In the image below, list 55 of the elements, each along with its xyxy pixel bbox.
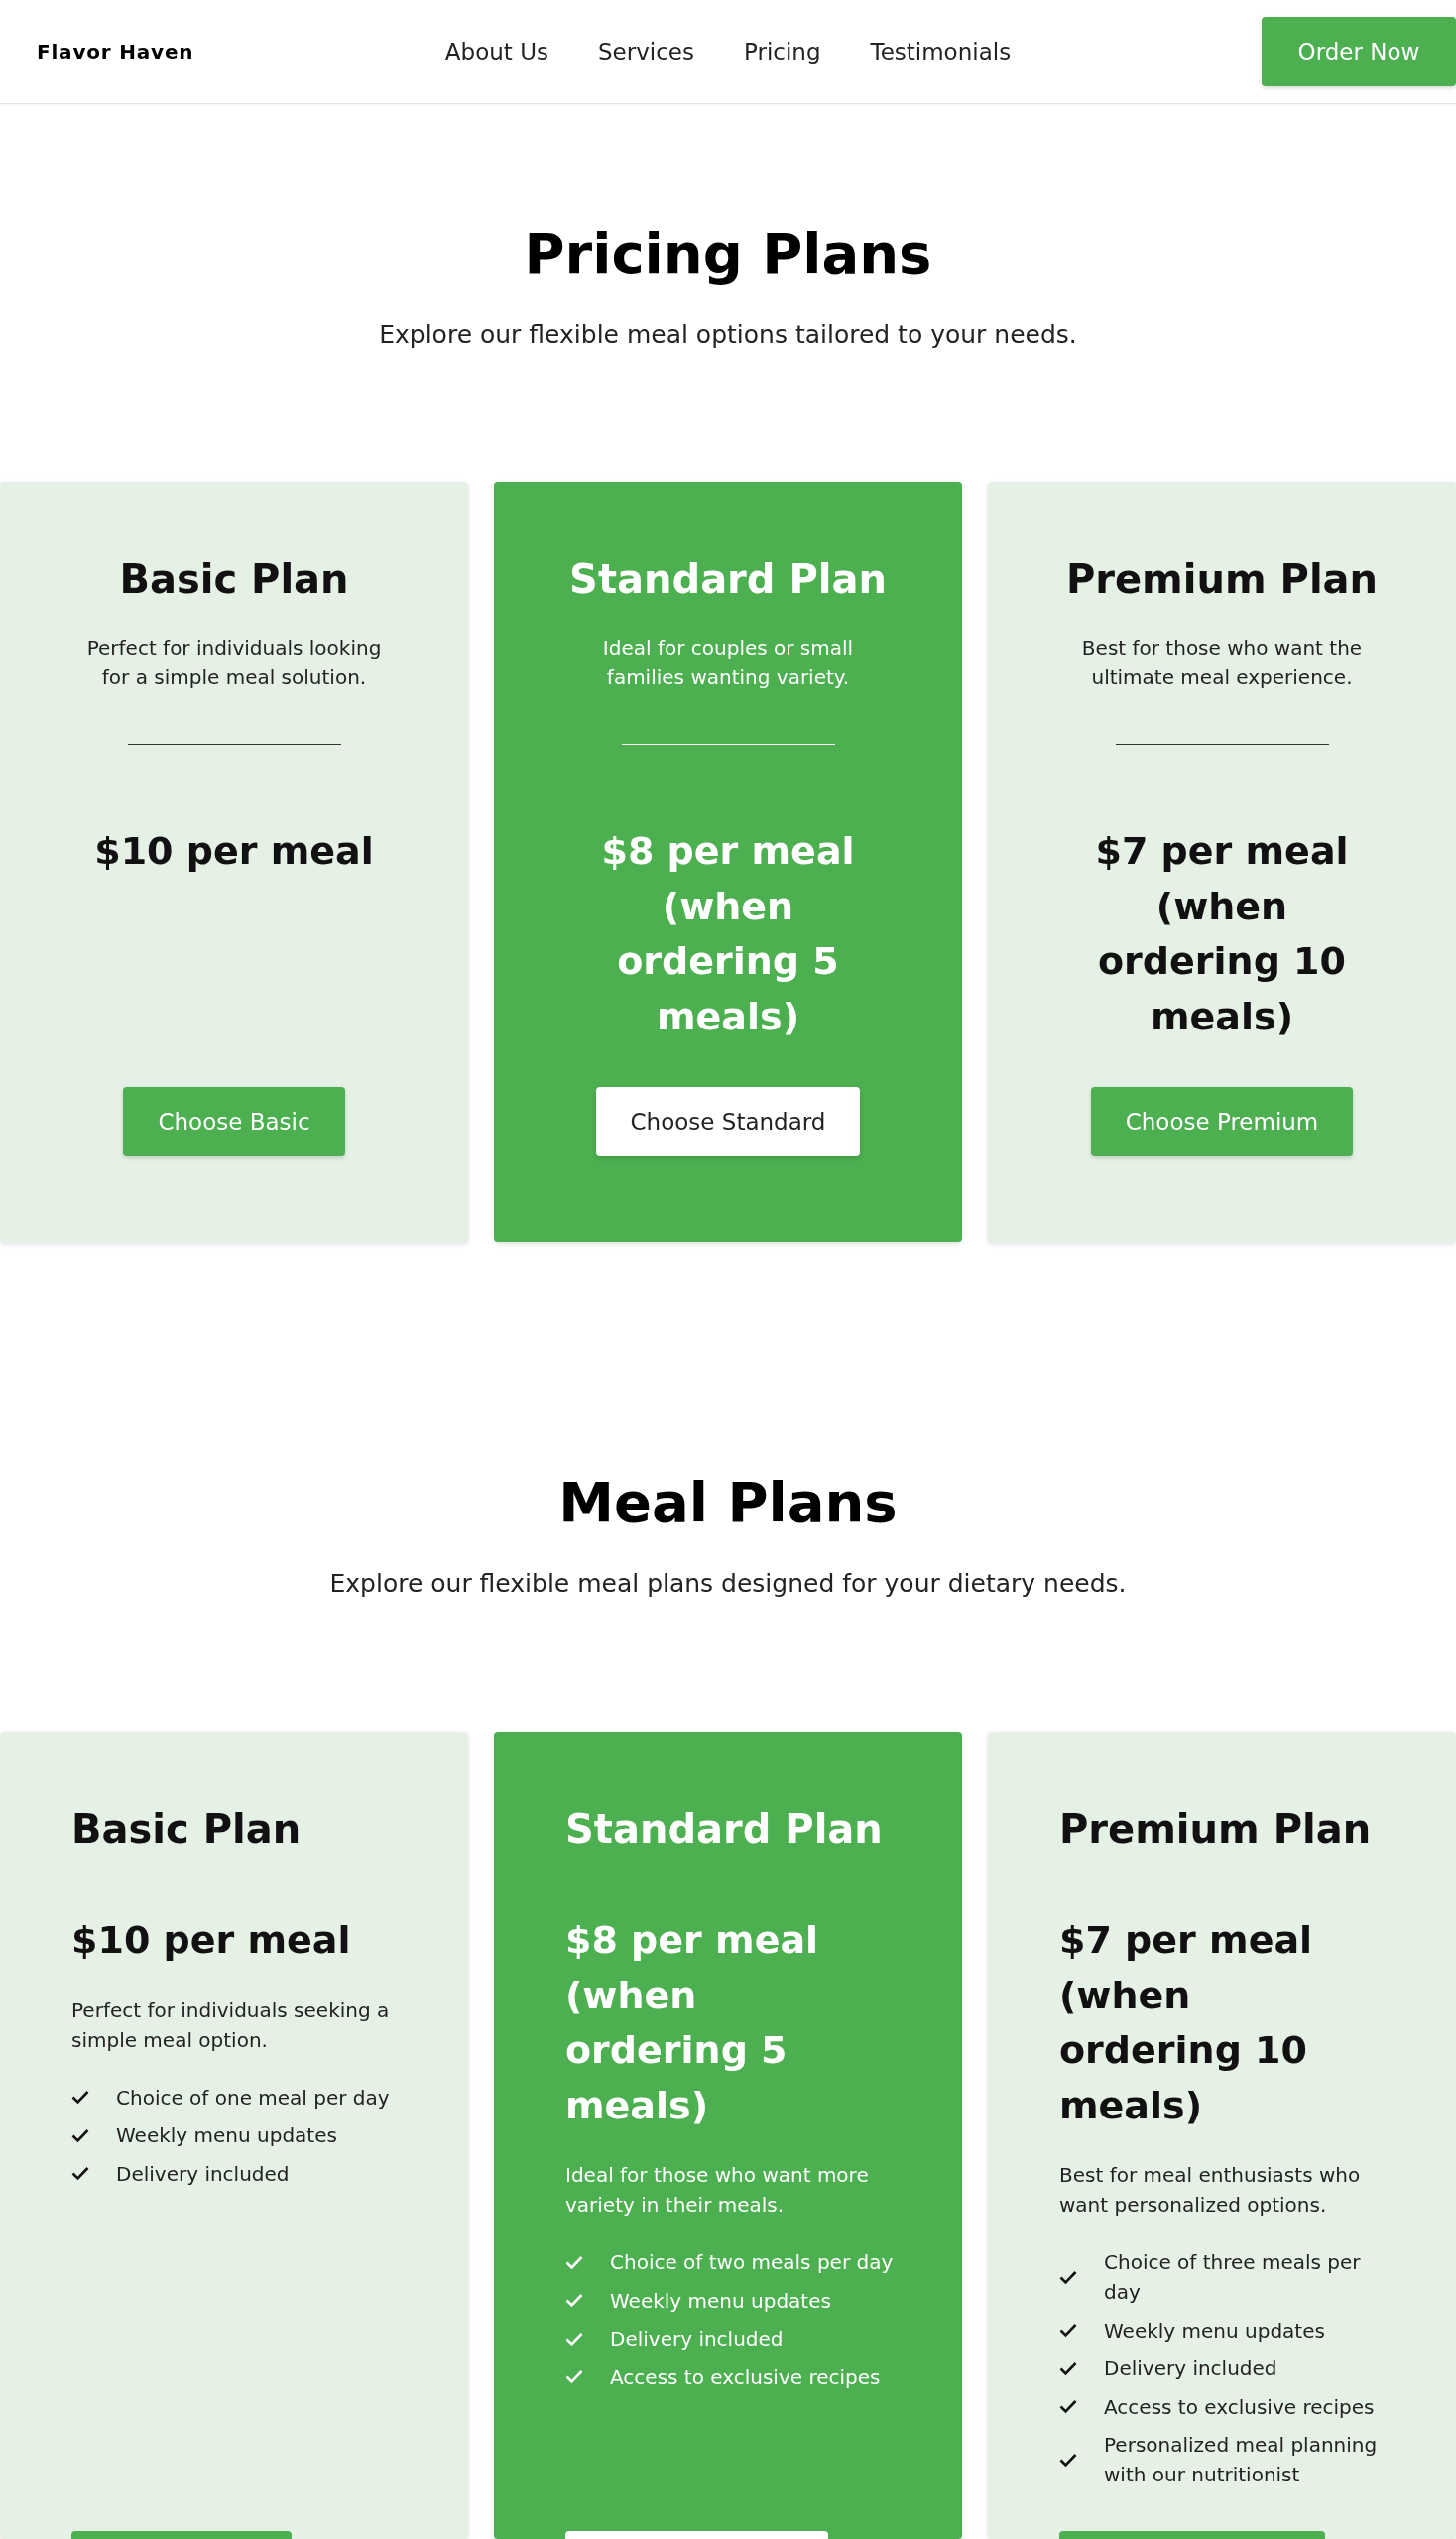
check-icon xyxy=(1059,2323,1077,2338)
plan-title: Premium Plan xyxy=(1059,1805,1373,1853)
nav-link[interactable]: Pricing xyxy=(744,39,821,64)
check-icon xyxy=(565,2331,583,2347)
check-icon xyxy=(565,2369,583,2384)
plan-title: Premium Plan xyxy=(1065,555,1379,603)
feature-text: Access to exclusive recipes xyxy=(1104,2393,1375,2421)
plan-button[interactable] xyxy=(565,2531,828,2539)
section-title: Pricing Plans xyxy=(523,220,933,287)
plan-price: $7 per meal (when ordering 10 meals) xyxy=(1094,828,1350,1040)
plan-price: $10 per meal xyxy=(94,828,374,875)
plan-description: Perfect for individuals seeking a simple meal option. xyxy=(71,1996,391,2054)
nav-link[interactable]: Testimonials xyxy=(870,39,1012,64)
feature-text: Choice of one meal per day xyxy=(116,2084,390,2112)
plan-title: Basic Plan xyxy=(119,555,349,603)
check-icon xyxy=(71,2127,89,2143)
check-icon xyxy=(1059,2452,1077,2468)
plan-price: $10 per meal xyxy=(71,1917,352,1964)
choose-plan-button[interactable]: Choose Standard xyxy=(595,1087,861,1156)
check-icon xyxy=(1059,2269,1077,2285)
nav-link[interactable]: About Us xyxy=(444,39,548,64)
feature-text: Choice of three meals per day xyxy=(1104,2249,1362,2306)
plan-description: Best for meal enthusiasts who want personalized options. xyxy=(1059,2162,1362,2219)
plan-title: Standard Plan xyxy=(565,1805,884,1853)
plan-price: $8 per meal (when ordering 5 meals) xyxy=(600,828,856,1040)
plan-description: Perfect for individuals looking for a simple meal solution. xyxy=(85,635,383,691)
feature-text: Weekly menu updates xyxy=(1104,2317,1325,2345)
plan-title: Standard Plan xyxy=(569,555,887,603)
plan-title: Basic Plan xyxy=(71,1805,303,1853)
feature-text: Choice of two meals per day xyxy=(610,2249,894,2276)
nav-link[interactable]: Services xyxy=(598,39,694,64)
plan-price: $7 per meal (when ordering 10 meals) xyxy=(1059,1917,1314,2129)
plan-button[interactable] xyxy=(71,2531,292,2539)
feature-text: Access to exclusive recipes xyxy=(610,2363,881,2391)
plan-button[interactable] xyxy=(1059,2531,1325,2539)
feature-text: Weekly menu updates xyxy=(610,2287,831,2315)
brand-name[interactable]: Flavor Haven xyxy=(37,40,194,63)
feature-text: Personalized meal planning with our nutritionist xyxy=(1104,2432,1379,2488)
section-subtitle: Explore our flexible meal options tailored to your needs. xyxy=(378,319,1078,351)
feature-text: Weekly menu updates xyxy=(116,2122,337,2149)
section-subtitle: Explore our flexible meal plans designed for your dietary needs. xyxy=(328,1568,1128,1600)
check-icon xyxy=(1059,2399,1077,2414)
plan-description: Best for those who want the ultimate meal experience. xyxy=(1080,635,1364,691)
plan-price: $8 per meal (when ordering 5 meals) xyxy=(565,1917,820,2129)
section-title: Meal Plans xyxy=(557,1469,899,1535)
feature-text: Delivery included xyxy=(116,2160,290,2188)
check-icon xyxy=(565,2293,583,2308)
plan-description: Ideal for couples or small families wanting variety. xyxy=(601,635,855,691)
feature-text: Delivery included xyxy=(610,2326,784,2353)
check-icon xyxy=(1059,2360,1077,2376)
check-icon xyxy=(71,2090,89,2105)
plan-description: Ideal for those who want more variety in their meals. xyxy=(565,2162,870,2219)
check-icon xyxy=(565,2254,583,2270)
feature-text: Delivery included xyxy=(1104,2356,1277,2382)
check-icon xyxy=(71,2166,89,2181)
